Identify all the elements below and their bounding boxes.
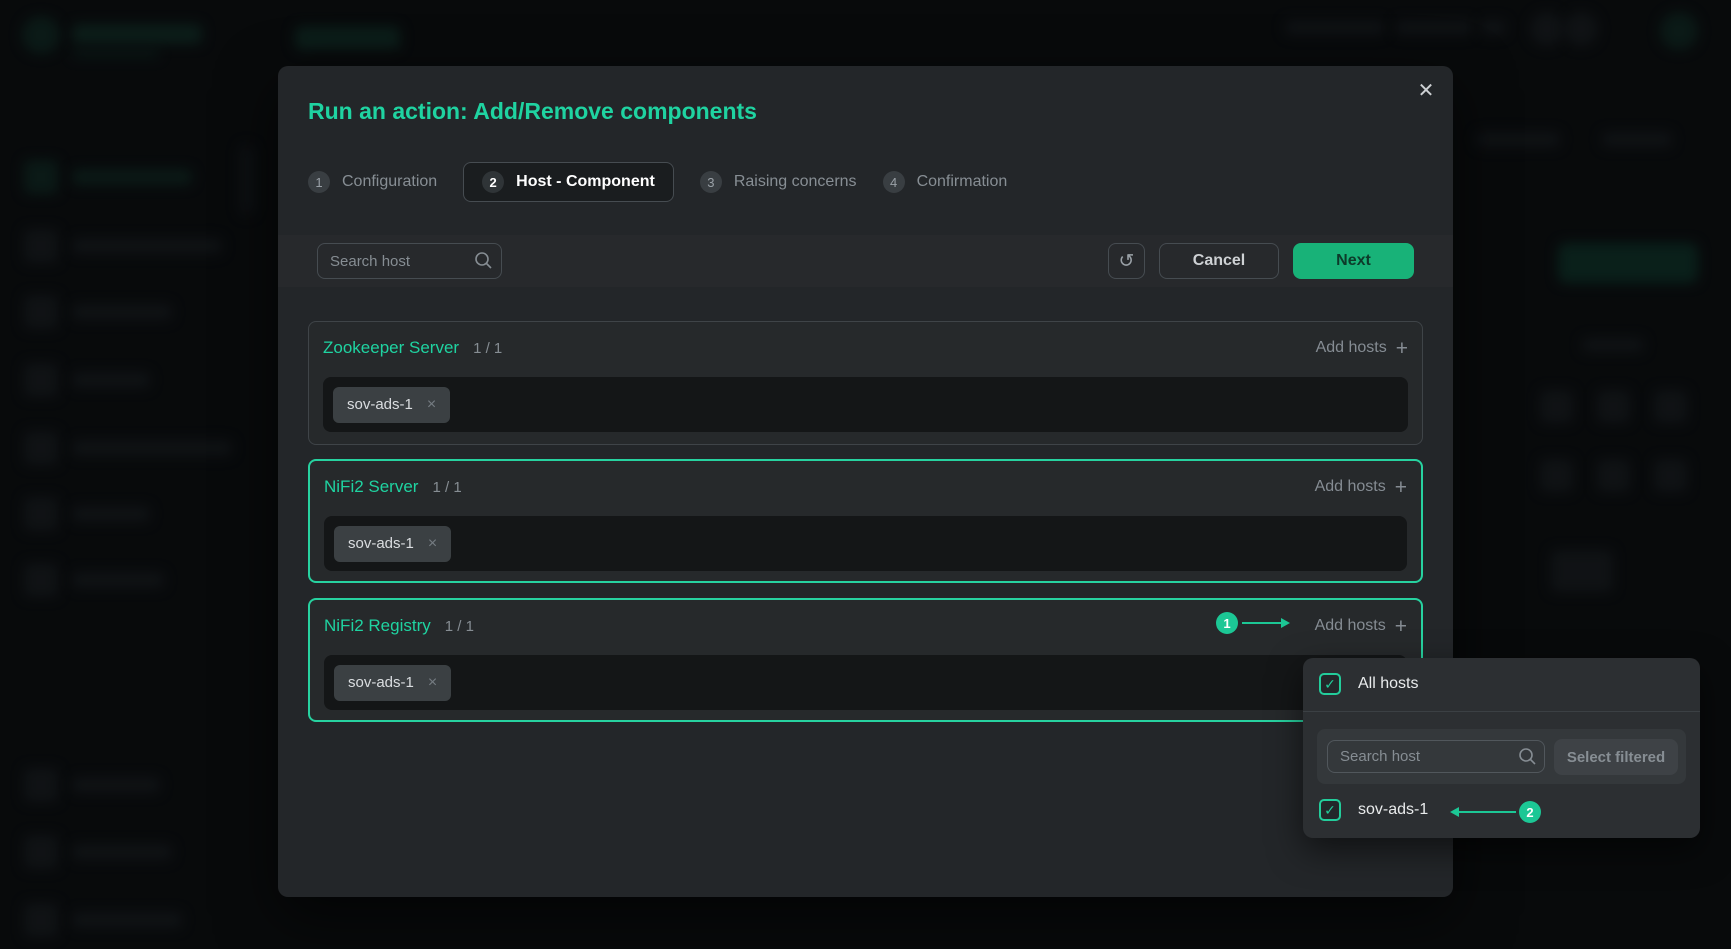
step-label: Confirmation: [917, 173, 1008, 191]
component-name: NiFi2 Registry: [324, 616, 431, 636]
all-hosts-row[interactable]: ✓ All hosts: [1319, 673, 1418, 695]
host-option-checkbox[interactable]: ✓: [1319, 799, 1341, 821]
component-section-zookeeper-server: Zookeeper Server 1 / 1 Add hosts + sov-a…: [308, 321, 1423, 445]
search-icon: [474, 251, 493, 270]
remove-host-icon[interactable]: ×: [428, 535, 437, 553]
search-icon: [1518, 747, 1537, 766]
app-root: ✕ Run an action: Add/Remove components 1…: [0, 0, 1731, 949]
step-host-component[interactable]: 2 Host - Component: [463, 162, 674, 202]
dropdown-divider: [1303, 711, 1700, 712]
component-host-count: 1 / 1: [473, 340, 502, 357]
add-hosts-button[interactable]: Add hosts +: [1316, 338, 1408, 359]
reset-button[interactable]: ↺: [1108, 243, 1145, 279]
add-hosts-label: Add hosts: [1315, 617, 1386, 635]
step-label: Configuration: [342, 173, 437, 191]
step-configuration[interactable]: 1 Configuration: [308, 171, 437, 193]
host-chip[interactable]: sov-ads-1 ×: [333, 387, 450, 423]
step-number-badge: 3: [700, 171, 722, 193]
host-chips-container: sov-ads-1 ×: [324, 516, 1407, 571]
host-chip[interactable]: sov-ads-1 ×: [334, 665, 451, 701]
plus-icon: +: [1396, 338, 1408, 359]
component-name: NiFi2 Server: [324, 477, 418, 497]
reset-icon: ↺: [1119, 251, 1135, 272]
host-chip-label: sov-ads-1: [347, 396, 413, 413]
component-name: Zookeeper Server: [323, 338, 459, 358]
host-option-label: sov-ads-1: [1358, 801, 1428, 819]
plus-icon: +: [1395, 477, 1407, 498]
remove-host-icon[interactable]: ×: [428, 674, 437, 692]
step-label: Raising concerns: [734, 173, 857, 191]
host-chips-container: sov-ads-1 ×: [323, 377, 1408, 432]
annotation-badge-1: 1: [1216, 612, 1238, 634]
all-hosts-label: All hosts: [1358, 675, 1418, 693]
host-chips-container: sov-ads-1 ×: [324, 655, 1407, 710]
cancel-button[interactable]: Cancel: [1159, 243, 1279, 279]
search-host-field: [317, 243, 502, 279]
add-hosts-label: Add hosts: [1315, 478, 1386, 496]
component-section-nifi2-registry: NiFi2 Registry 1 / 1 Add hosts + sov-ads…: [308, 598, 1423, 722]
add-hosts-label: Add hosts: [1316, 339, 1387, 357]
step-number-badge: 1: [308, 171, 330, 193]
component-host-count: 1 / 1: [432, 479, 461, 496]
step-number-badge: 4: [883, 171, 905, 193]
toolbar: ↺ Cancel Next: [278, 235, 1453, 287]
run-action-modal: ✕ Run an action: Add/Remove components 1…: [278, 66, 1453, 897]
host-chip-label: sov-ads-1: [348, 535, 414, 552]
dropdown-search-field: [1327, 740, 1545, 773]
all-hosts-checkbox[interactable]: ✓: [1319, 673, 1341, 695]
step-number-badge: 2: [482, 171, 504, 193]
host-chip-label: sov-ads-1: [348, 674, 414, 691]
select-filtered-button[interactable]: Select filtered: [1554, 739, 1678, 775]
component-section-header: NiFi2 Server 1 / 1 Add hosts +: [324, 474, 1407, 500]
step-label: Host - Component: [516, 173, 655, 191]
add-hosts-button[interactable]: Add hosts +: [1315, 477, 1407, 498]
dropdown-filter-box: Select filtered: [1317, 729, 1686, 784]
toolbar-actions: ↺ Cancel Next: [1108, 243, 1414, 279]
stepper: 1 Configuration 2 Host - Component 3 Rai…: [308, 160, 1007, 204]
component-section-nifi2-server: NiFi2 Server 1 / 1 Add hosts + sov-ads-1…: [308, 459, 1423, 583]
plus-icon: +: [1395, 616, 1407, 637]
step-raising-concerns[interactable]: 3 Raising concerns: [700, 171, 857, 193]
annotation-badge-2: 2: [1519, 801, 1541, 823]
step-confirmation[interactable]: 4 Confirmation: [883, 171, 1008, 193]
next-button[interactable]: Next: [1293, 243, 1414, 279]
component-section-header: NiFi2 Registry 1 / 1 Add hosts +: [324, 613, 1407, 639]
component-host-count: 1 / 1: [445, 618, 474, 635]
remove-host-icon[interactable]: ×: [427, 396, 436, 414]
modal-title: Run an action: Add/Remove components: [308, 98, 757, 125]
host-chip[interactable]: sov-ads-1 ×: [334, 526, 451, 562]
dropdown-search-input[interactable]: [1327, 740, 1545, 773]
add-hosts-dropdown: ✓ All hosts Select filtered ✓ sov-ads-1: [1303, 658, 1700, 838]
add-hosts-button-nifi2-registry[interactable]: Add hosts +: [1315, 616, 1407, 637]
component-section-header: Zookeeper Server 1 / 1 Add hosts +: [323, 335, 1408, 361]
host-option-sov-ads-1[interactable]: ✓ sov-ads-1: [1319, 799, 1428, 821]
close-icon[interactable]: ✕: [1413, 78, 1439, 104]
